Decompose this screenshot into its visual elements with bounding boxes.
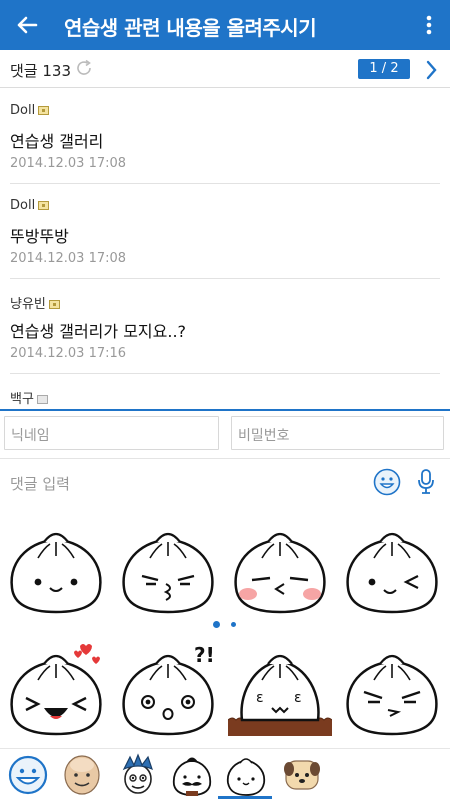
more-menu-icon[interactable] xyxy=(418,8,440,42)
comment-item[interactable]: 백구 xyxy=(10,374,440,409)
sticker-panel: ?! ε ε xyxy=(0,504,450,746)
comment-text: 연습생 갤러리가 모지요..? xyxy=(10,322,187,341)
page-dot-active xyxy=(213,621,220,628)
comment-author: Doll xyxy=(10,198,50,213)
comment-input-bar: 댓글 입력 xyxy=(0,458,450,504)
chevron-right-icon[interactable] xyxy=(420,58,442,82)
lock-badge-icon xyxy=(48,300,60,309)
comment-item[interactable]: Doll 뚜방뚜방 2014.12.03 17:08 xyxy=(10,184,440,279)
lock-badge-icon xyxy=(38,106,50,115)
app-bar: 연습생 관련 내용을 올려주시기 xyxy=(0,0,450,50)
microphone-icon[interactable] xyxy=(414,467,438,497)
comment-date: 2014.12.03 17:08 xyxy=(10,251,127,266)
page-dot xyxy=(231,622,236,627)
comment-text: 뚜방뚜방 xyxy=(10,227,69,246)
dumpling-blush-kiss-icon[interactable] xyxy=(228,518,332,618)
dumpling-smirk-icon[interactable] xyxy=(340,640,444,740)
comment-author: 백구 xyxy=(10,388,48,407)
comments-toolbar: 댓글 133 1 / 2 xyxy=(0,50,450,88)
tab-blue-hair-icon[interactable] xyxy=(116,753,160,797)
tab-mustache-dumpling-icon[interactable] xyxy=(170,753,214,797)
tab-puppy-icon[interactable] xyxy=(280,753,324,797)
refresh-icon[interactable] xyxy=(74,58,94,78)
comment-author: 냥유빈 xyxy=(10,293,60,312)
dumpling-wink-icon[interactable] xyxy=(340,518,444,618)
back-arrow-icon[interactable] xyxy=(10,8,44,42)
comment-date: 2014.12.03 17:16 xyxy=(10,346,127,361)
dumpling-love-laugh-icon[interactable] xyxy=(4,640,108,740)
tab-smile-face-icon[interactable] xyxy=(6,753,50,797)
page-indicator[interactable]: 1 / 2 xyxy=(358,59,410,79)
comment-text: 연습생 갤러리 xyxy=(10,132,104,151)
member-badge-icon xyxy=(36,395,48,404)
lock-badge-icon xyxy=(38,201,50,210)
compose-divider xyxy=(0,409,450,411)
comment-count: 댓글 133 xyxy=(10,62,71,80)
tab-dumpling-icon[interactable] xyxy=(224,753,268,797)
page-title: 연습생 관련 내용을 올려주시기 xyxy=(64,16,317,40)
comment-item[interactable]: Doll 연습생 갤러리 2014.12.03 17:08 xyxy=(10,89,440,184)
emoji-icon[interactable] xyxy=(372,467,402,497)
sticker-tab-bar xyxy=(0,748,450,800)
comment-author: Doll xyxy=(10,103,50,118)
password-field[interactable]: 비밀번호 xyxy=(231,416,444,450)
dumpling-pout-icon[interactable] xyxy=(116,518,220,618)
svg-text:ε: ε xyxy=(294,690,302,706)
active-tab-indicator xyxy=(218,796,272,799)
svg-text:ε: ε xyxy=(256,690,264,706)
comment-input[interactable]: 댓글 입력 xyxy=(10,473,70,494)
tab-bald-man-icon[interactable] xyxy=(60,753,104,797)
comment-item[interactable]: 냥유빈 연습생 갤러리가 모지요..? 2014.12.03 17:16 xyxy=(10,279,440,374)
dumpling-smile-icon[interactable] xyxy=(4,518,108,618)
comment-list: Doll 연습생 갤러리 2014.12.03 17:08 Doll 뚜방뚜방 … xyxy=(0,89,450,409)
svg-text:?!: ?! xyxy=(194,643,215,667)
nickname-field[interactable]: 닉네임 xyxy=(4,416,219,450)
dumpling-surprised-icon[interactable]: ?! xyxy=(116,640,220,740)
comment-date: 2014.12.03 17:08 xyxy=(10,156,127,171)
dumpling-sitting-icon[interactable]: ε ε xyxy=(228,640,332,740)
